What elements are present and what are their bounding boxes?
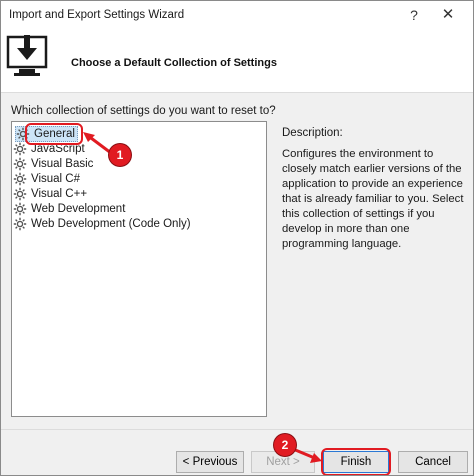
list-item-label: Web Development: [31, 203, 126, 215]
list-item-label: Visual Basic: [31, 158, 94, 170]
page-title: Choose a Default Collection of Settings: [71, 57, 277, 69]
list-item[interactable]: Web Development (Code Only): [13, 216, 191, 232]
step-badge-2: 2: [274, 434, 296, 456]
help-button[interactable]: ?: [403, 5, 425, 25]
step-badge-1: 1: [109, 144, 131, 166]
gear-icon: [13, 157, 31, 171]
close-button[interactable]: ✕: [437, 5, 459, 25]
title-bar: Import and Export Settings Wizard ? ✕: [1, 1, 473, 29]
gear-icon: [13, 187, 31, 201]
footer-divider: [1, 429, 473, 430]
window-title: Import and Export Settings Wizard: [9, 9, 185, 21]
description-text: Configures the environment to closely ma…: [282, 148, 464, 250]
list-item[interactable]: Visual C#: [13, 171, 80, 187]
cancel-button[interactable]: Cancel: [398, 451, 468, 473]
list-item[interactable]: Web Development: [13, 201, 125, 217]
wizard-header: Choose a Default Collection of Settings: [1, 29, 473, 93]
download-to-monitor-icon: [6, 35, 48, 76]
list-item-label: Visual C#: [31, 173, 81, 185]
callout-arrow-2: [292, 447, 322, 463]
previous-button[interactable]: < Previous: [176, 451, 244, 473]
gear-icon: [13, 217, 31, 231]
highlight-ring-general: [25, 123, 83, 145]
list-item-label: Visual C++: [31, 188, 88, 200]
list-item-label: Web Development (Code Only): [31, 218, 191, 230]
gear-icon: [13, 172, 31, 186]
settings-question-label: Which collection of settings do you want…: [11, 105, 276, 117]
description-label: Description:: [282, 127, 343, 139]
highlight-ring-finish: [321, 448, 391, 475]
wizard-window: Import and Export Settings Wizard ? ✕ Ch…: [0, 0, 474, 476]
gear-icon: [13, 202, 31, 216]
list-item[interactable]: Visual C++: [13, 186, 87, 202]
